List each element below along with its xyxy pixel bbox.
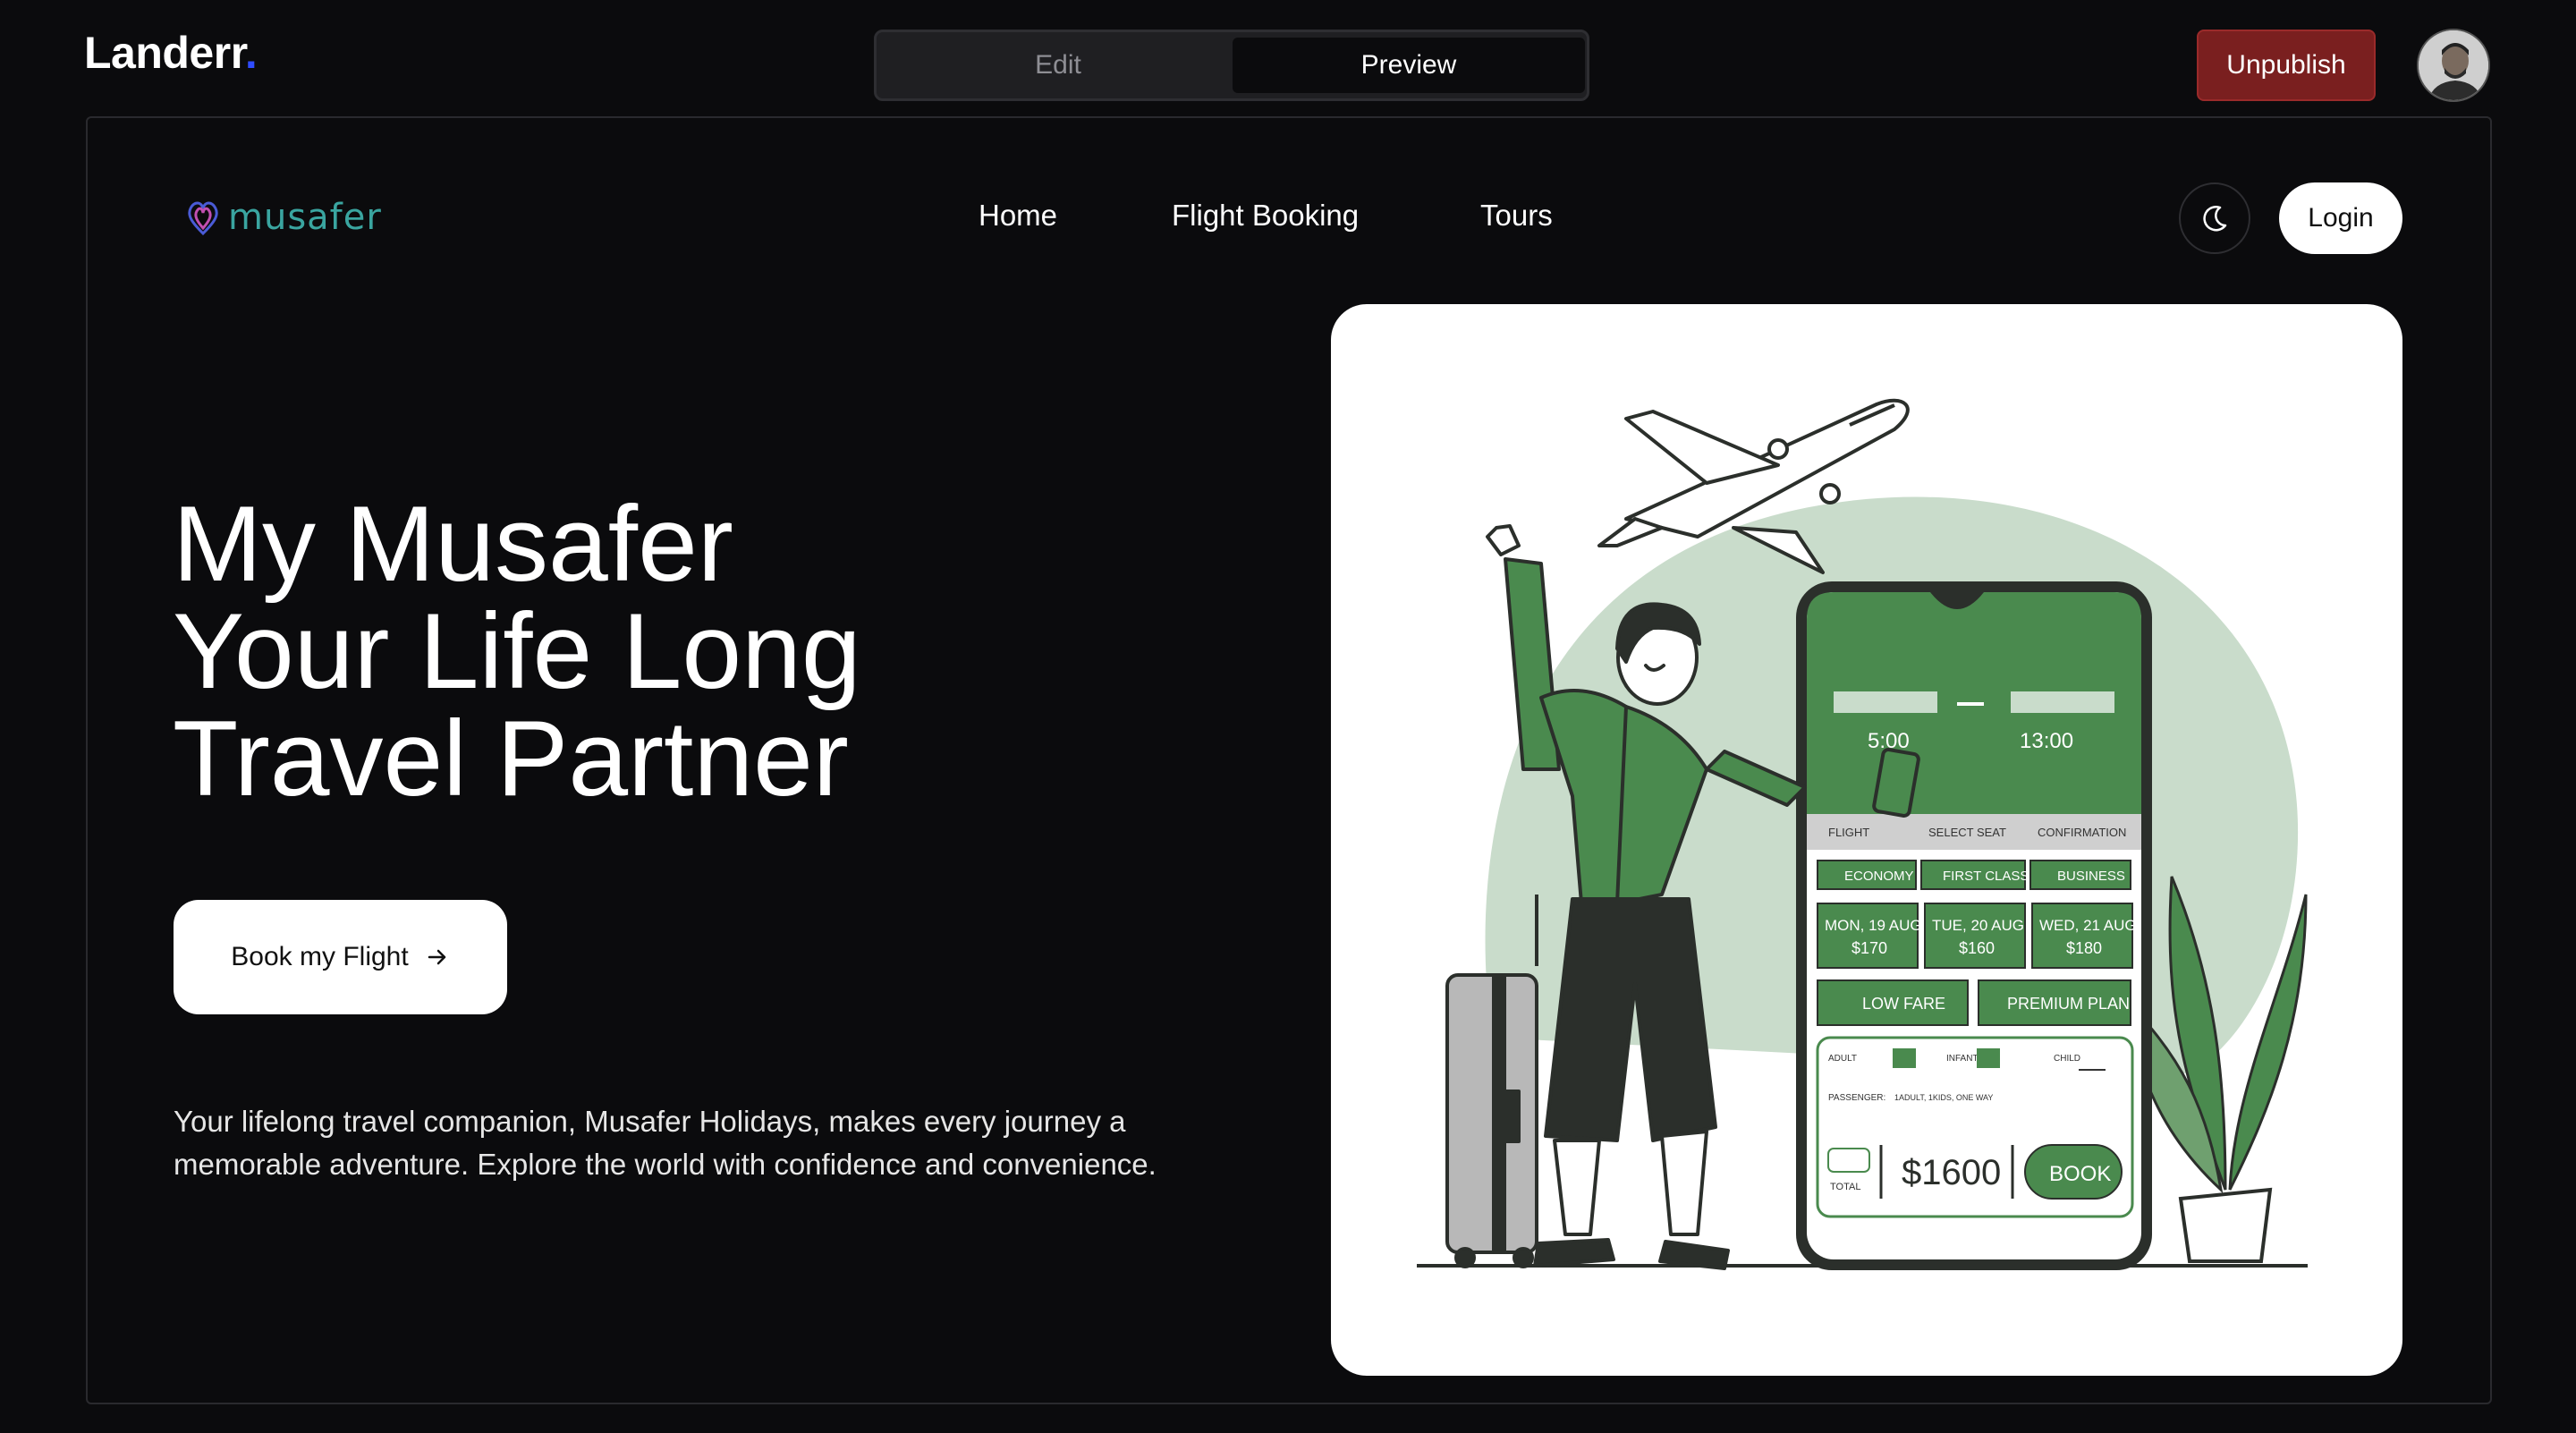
date-2-day: TUE, 20 AUG	[1932, 917, 2024, 934]
pax-3: CHILD	[2054, 1054, 2080, 1064]
hero-title: My Musafer Your Life Long Travel Partner	[173, 490, 861, 812]
app-brand-name: Landerr	[84, 28, 245, 78]
phone-drawing: 5:00 13:00 FLIGHT SELECT SEAT CONFIRMATI…	[1796, 581, 2152, 1270]
hero-title-line-2: Your Life Long	[173, 591, 861, 711]
total-label: TOTAL	[1830, 1182, 1860, 1192]
book-label: BOOK	[2049, 1162, 2111, 1186]
pax-2: INFANT	[1946, 1054, 1979, 1064]
login-button[interactable]: Login	[2279, 182, 2402, 254]
preview-tab[interactable]: Preview	[1233, 38, 1585, 93]
theme-toggle-button[interactable]	[2179, 182, 2250, 254]
class-row: ECONOMY FIRST CLASS BUSINESS	[1817, 860, 2131, 890]
date-2-price: $160	[1959, 939, 1995, 957]
step-1: FLIGHT	[1828, 826, 1869, 839]
date-row: MON, 19 AUG $170 TUE, 20 AUG $160 WED, 2…	[1817, 903, 2137, 969]
unpublish-button[interactable]: Unpublish	[2197, 30, 2376, 101]
class-3: BUSINESS	[2057, 869, 2125, 884]
app-brand-dot: .	[244, 28, 258, 78]
passenger-label: PASSENGER:	[1828, 1093, 1885, 1103]
hero-illustration: 5:00 13:00 FLIGHT SELECT SEAT CONFIRMATI…	[1331, 304, 2402, 1376]
edit-tab[interactable]: Edit	[882, 38, 1234, 93]
arrive-time: 13:00	[2020, 729, 2073, 753]
passenger-value: 1ADULT, 1KIDS, ONE WAY	[1894, 1093, 1993, 1102]
book-flight-label: Book my Flight	[231, 942, 409, 971]
arrow-right-icon	[428, 949, 445, 965]
date-1-price: $170	[1852, 939, 1887, 957]
class-2: FIRST CLASS	[1943, 869, 2029, 884]
plan-2: PREMIUM PLAN	[2007, 995, 2130, 1013]
hero-title-line-3: Travel Partner	[173, 699, 849, 818]
pax-1: ADULT	[1828, 1054, 1857, 1064]
date-3-price: $180	[2066, 939, 2102, 957]
plan-1: LOW FARE	[1862, 995, 1945, 1013]
nav-home[interactable]: Home	[979, 199, 1057, 233]
site-logo-text: musafer	[228, 197, 382, 238]
app-logo[interactable]: Landerr.	[84, 27, 258, 79]
hero-description: Your lifelong travel companion, Musafer …	[174, 1105, 1157, 1181]
step-2: SELECT SEAT	[1928, 826, 2006, 839]
user-avatar[interactable]	[2417, 29, 2490, 102]
book-flight-button[interactable]: Book my Flight	[174, 900, 507, 1014]
total-value: $1600	[1902, 1153, 2001, 1192]
date-1-day: MON, 19 AUG	[1825, 917, 1922, 934]
step-3: CONFIRMATION	[2038, 826, 2126, 839]
class-1: ECONOMY	[1844, 869, 1914, 884]
nav-tours[interactable]: Tours	[1480, 199, 1553, 233]
nav-flight-booking[interactable]: Flight Booking	[1172, 199, 1359, 233]
logo-pin-icon	[188, 201, 218, 236]
date-3-day: WED, 21 AUG	[2039, 917, 2137, 934]
edit-preview-toggle: Edit Preview	[874, 30, 1589, 101]
moon-icon	[2203, 206, 2227, 232]
site-logo[interactable]: musafer	[183, 197, 382, 238]
hero-title-line-1: My Musafer	[173, 484, 733, 604]
